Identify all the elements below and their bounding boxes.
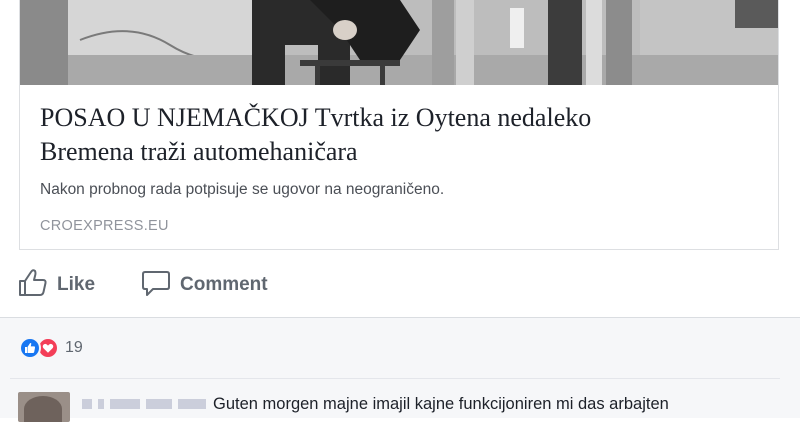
like-label: Like <box>57 274 96 295</box>
preview-image[interactable] <box>20 0 778 85</box>
link-title[interactable]: POSAO U NJEMAČKOJ Tvrtka iz Oytena nedal… <box>40 101 760 169</box>
like-reaction-icon <box>19 337 41 359</box>
comment: Guten morgen majne imajil kajne funkcijo… <box>0 386 800 422</box>
thumbs-up-icon <box>17 268 49 303</box>
link-preview-card[interactable]: POSAO U NJEMAČKOJ Tvrtka iz Oytena nedal… <box>19 0 779 250</box>
comment-label: Comment <box>180 274 268 295</box>
reactions-summary[interactable]: 19 <box>19 337 83 359</box>
redaction-block <box>82 399 92 409</box>
link-domain: CROEXPRESS.EU <box>40 218 169 234</box>
comments-divider <box>10 378 780 379</box>
facebook-post: POSAO U NJEMAČKOJ Tvrtka iz Oytena nedal… <box>0 0 800 422</box>
like-button[interactable]: Like <box>17 268 95 302</box>
redaction-block <box>146 399 172 409</box>
redaction-block <box>98 399 104 409</box>
link-text-block[interactable]: POSAO U NJEMAČKOJ Tvrtka iz Oytena nedal… <box>20 85 778 249</box>
speech-bubble-icon <box>140 268 172 303</box>
link-description: Nakon probnog rada potpisuje se ugovor n… <box>40 181 445 198</box>
redaction-block <box>110 399 140 409</box>
comment-text: Guten morgen majne imajil kajne funkcijo… <box>213 395 669 413</box>
comments-section: 19 Guten morgen majne imajil kajne funkc… <box>0 318 800 422</box>
post-action-bar: Like Comment <box>0 258 800 314</box>
comment-author-redacted[interactable] <box>82 395 208 412</box>
comment-button[interactable]: Comment <box>140 268 268 302</box>
reaction-count: 19 <box>65 339 83 356</box>
redaction-block <box>178 399 206 409</box>
